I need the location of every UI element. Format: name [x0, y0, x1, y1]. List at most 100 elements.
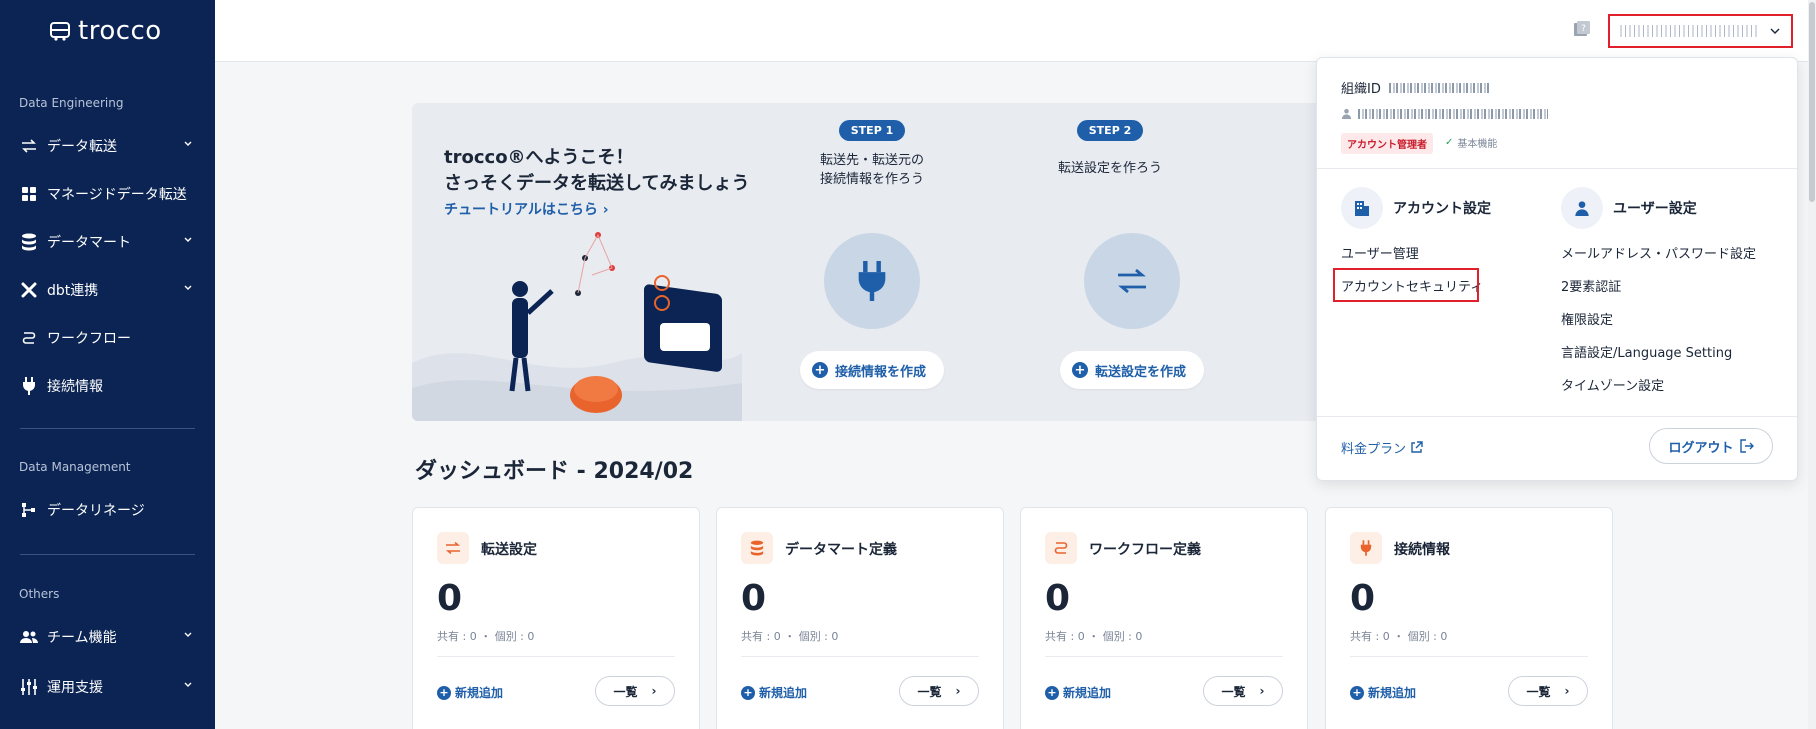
card-title: 転送設定 [481, 542, 537, 558]
building-icon [1341, 187, 1383, 229]
sidebar-item-lineage[interactable]: データリネージ [0, 490, 215, 530]
dropdown-divider [1317, 416, 1797, 417]
trocco-logo[interactable]: trocco [0, 0, 215, 62]
sidebar: trocco Data Engineering データ転送 マネージドデータ転送… [0, 0, 215, 729]
highlight-box [1333, 268, 1479, 302]
basic-plan-text: 基本機能 [1457, 139, 1498, 150]
card-sub: 共有 : 0 ・ 個別 : 0 [1045, 630, 1143, 643]
user-email [1341, 108, 1548, 119]
help-icon[interactable]: ? [1573, 20, 1591, 38]
chevron-down-icon [184, 141, 192, 146]
plug-icon [858, 261, 886, 301]
card-datamart-definitions: データマート定義 0 共有 : 0 ・ 個別 : 0 + 新規追加 一覧 › [716, 507, 1004, 729]
list-button[interactable]: 一覧 › [1508, 676, 1588, 706]
sidebar-item-label: ワークフロー [47, 331, 131, 347]
plug-icon [1350, 532, 1382, 564]
card-divider [1350, 656, 1588, 657]
email-password-link[interactable]: メールアドレス・パスワード設定 [1561, 243, 1756, 262]
sidebar-item-label: dbt連携 [47, 283, 99, 299]
plus-circle-icon: + [1045, 685, 1059, 700]
welcome-title: trocco®へようこそ！ さっそくデータを転送してみましょう [444, 145, 749, 197]
step1-badge: STEP 1 [838, 120, 906, 141]
sidebar-item-ops[interactable]: 運用支援 [0, 667, 215, 707]
timezone-link[interactable]: タイムゾーン設定 [1561, 375, 1664, 394]
logout-icon [1739, 439, 1754, 453]
card-transfer-settings: 転送設定 0 共有 : 0 ・ 個別 : 0 + 新規追加 一覧 › [412, 507, 700, 729]
org-id: 組織ID [1341, 78, 1489, 97]
check-icon: ✓ [1445, 137, 1454, 148]
list-button[interactable]: 一覧 › [899, 676, 979, 706]
step1-text-line2: 接続情報を作ろう [819, 172, 924, 187]
user-settings-heading: ユーザー設定 [1561, 187, 1697, 229]
card-count: 0 [741, 578, 767, 619]
chevron-down-icon [184, 632, 192, 637]
sidebar-item-datamart[interactable]: データマート [0, 222, 215, 262]
sidebar-item-team[interactable]: チーム機能 [0, 617, 215, 657]
two-factor-link[interactable]: 2要素認証 [1561, 276, 1621, 295]
create-transfer-button[interactable]: + 転送設定を作成 [1059, 351, 1205, 389]
card-divider [437, 656, 675, 657]
step2-badge: STEP 2 [1076, 120, 1144, 141]
card-title: ワークフロー定義 [1089, 542, 1201, 558]
list-button[interactable]: 一覧 › [595, 676, 675, 706]
add-new-button[interactable]: + 新規追加 [437, 684, 503, 701]
grid-icon [20, 185, 38, 203]
scrollbar-thumb[interactable] [1809, 2, 1815, 202]
person-icon [1561, 187, 1603, 229]
card-sub: 共有 : 0 ・ 個別 : 0 [741, 630, 839, 643]
list-button[interactable]: 一覧 › [1203, 676, 1283, 706]
logout-label: ログアウト [1668, 440, 1734, 456]
create-transfer-label: 転送設定を作成 [1094, 364, 1187, 380]
sidebar-item-managed-transfer[interactable]: マネージドデータ転送 [0, 174, 215, 214]
sidebar-item-dbt[interactable]: dbt連携 [0, 270, 215, 310]
account-settings-label: アカウント設定 [1393, 201, 1491, 217]
workflow-icon [1045, 532, 1077, 564]
welcome-illustration [412, 232, 742, 421]
add-new-button[interactable]: + 新規追加 [1045, 684, 1111, 701]
plus-circle-icon: + [741, 685, 755, 700]
sidebar-item-data-transfer[interactable]: データ転送 [0, 126, 215, 166]
sidebar-item-label: 接続情報 [47, 379, 103, 395]
card-divider [1045, 656, 1283, 657]
plug-icon [20, 377, 38, 395]
lineage-icon [20, 501, 38, 519]
card-count: 0 [437, 578, 463, 619]
page-scrollbar[interactable] [1808, 0, 1816, 729]
database-icon [20, 233, 38, 251]
sidebar-item-workflow[interactable]: ワークフロー [0, 318, 215, 358]
step1-text-line1: 転送先・転送元の [819, 153, 924, 168]
chevron-down-icon [184, 237, 192, 242]
pricing-plan-label: 料金プラン [1341, 442, 1407, 457]
add-new-button[interactable]: + 新規追加 [1350, 684, 1416, 701]
sidebar-divider [20, 428, 195, 429]
step1-text: 転送先・転送元の 接続情報を作ろう [802, 151, 942, 189]
dbt-icon [20, 281, 38, 299]
card-connections: 接続情報 0 共有 : 0 ・ 個別 : 0 + 新規追加 一覧 › [1325, 507, 1613, 729]
language-link[interactable]: 言語設定/Language Setting [1561, 342, 1732, 361]
transfer-icon [20, 137, 38, 155]
create-connection-button[interactable]: + 接続情報を作成 [799, 351, 945, 389]
chevron-down-icon [1770, 28, 1780, 34]
welcome-title-line2: さっそくデータを転送してみましょう [444, 173, 750, 194]
sidebar-item-label: マネージドデータ転送 [47, 187, 187, 203]
pricing-plan-link[interactable]: 料金プラン [1341, 438, 1423, 457]
plus-circle-icon: + [1071, 362, 1088, 378]
user-menu-button[interactable] [1608, 14, 1793, 48]
list-label: 一覧 [613, 684, 638, 699]
sidebar-divider [20, 554, 195, 555]
account-settings-heading: アカウント設定 [1341, 187, 1491, 229]
user-management-link[interactable]: ユーザー管理 [1341, 243, 1419, 262]
permissions-link[interactable]: 権限設定 [1561, 309, 1613, 328]
user-settings-label: ユーザー設定 [1613, 201, 1697, 217]
sidebar-item-connections[interactable]: 接続情報 [0, 366, 215, 406]
email-redacted [1358, 108, 1548, 119]
add-new-button[interactable]: + 新規追加 [741, 684, 807, 701]
logout-button[interactable]: ログアウト [1649, 428, 1773, 464]
account-dropdown: 組織ID アカウント管理者 ✓ 基本機能 アカウント設定 ユーザー管理 アカウン… [1316, 57, 1798, 481]
add-new-label: 新規追加 [1063, 686, 1112, 700]
org-id-label: 組織ID [1341, 82, 1381, 97]
transfer-icon [437, 532, 469, 564]
transfer-icon [1118, 269, 1146, 293]
user-icon [1341, 108, 1352, 119]
role-badge: アカウント管理者 [1341, 133, 1433, 154]
